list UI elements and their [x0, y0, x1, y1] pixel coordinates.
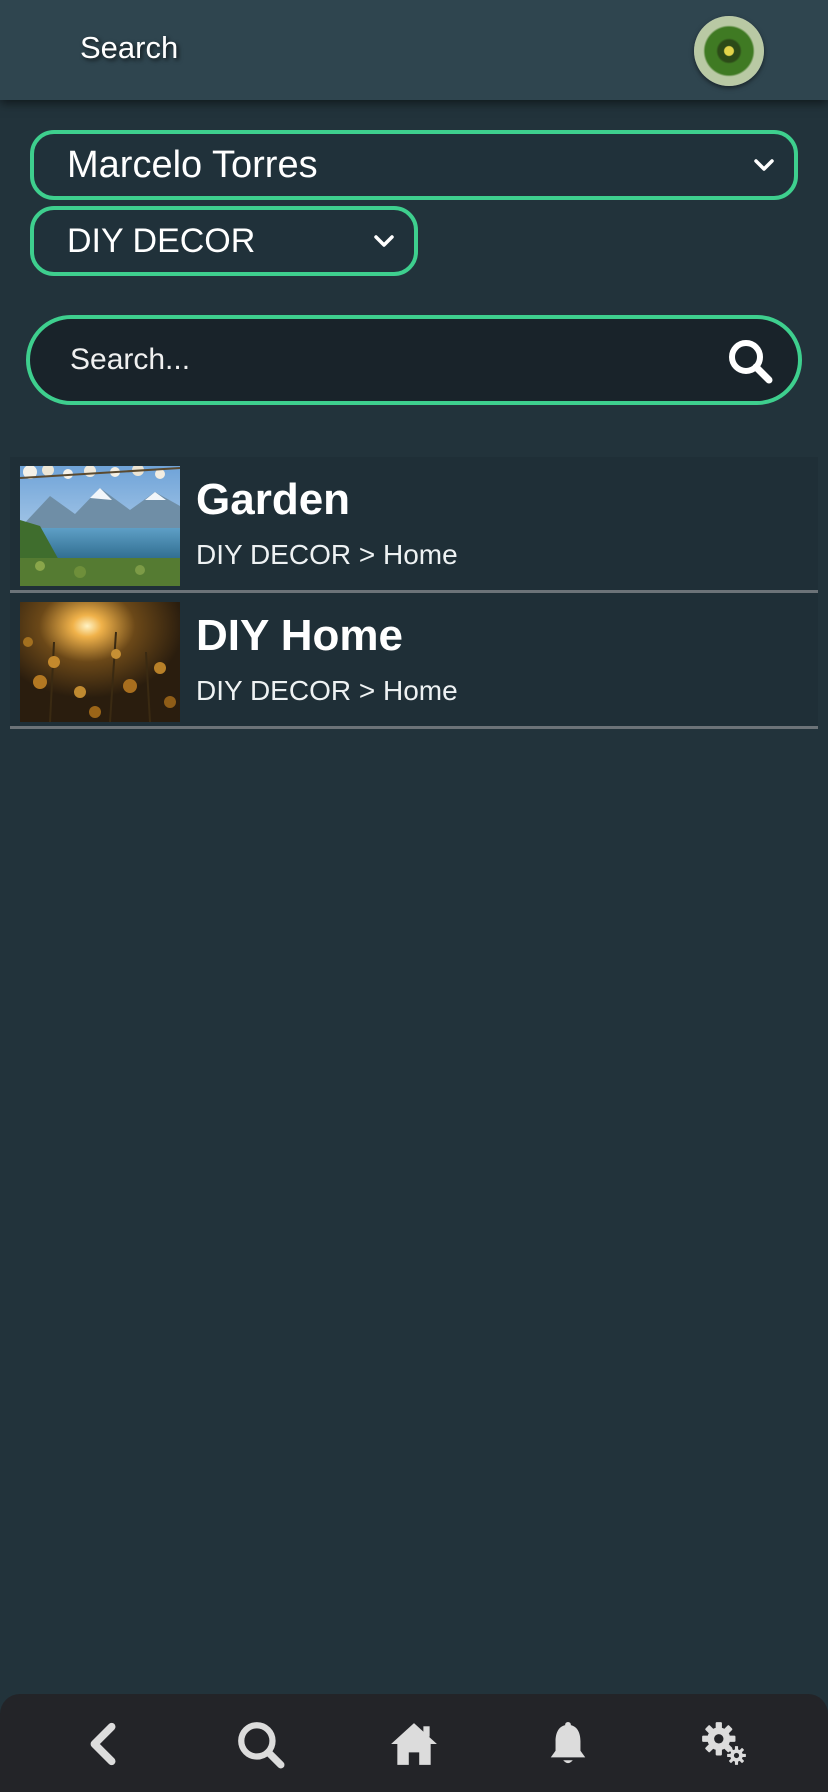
- result-path: DIY DECOR > Home: [196, 539, 458, 570]
- back-button[interactable]: [74, 1714, 134, 1774]
- search-input[interactable]: [70, 335, 690, 385]
- category-select-value: DIY DECOR: [67, 221, 256, 260]
- settings-gears-icon: [702, 1722, 746, 1765]
- search-icon: [238, 1722, 285, 1769]
- result-thumbnail: [20, 466, 180, 586]
- result-item-diy-home[interactable]: DIY Home DIY DECOR > Home: [10, 593, 818, 729]
- lake-mountain-photo: [20, 466, 180, 586]
- page-title: Search: [80, 30, 179, 65]
- category-select[interactable]: DIY DECOR: [30, 206, 418, 276]
- nav-search-button[interactable]: [230, 1714, 290, 1774]
- result-item-garden[interactable]: Garden DIY DECOR > Home: [10, 457, 818, 593]
- result-title: DIY Home: [196, 611, 404, 660]
- back-icon: [90, 1722, 116, 1766]
- search-icon: [729, 340, 773, 384]
- user-select-value: Marcelo Torres: [67, 143, 318, 186]
- home-button[interactable]: [384, 1714, 444, 1774]
- home-icon: [391, 1723, 437, 1765]
- sunflowers-sunset-photo: [20, 602, 180, 722]
- app-header: Search: [0, 0, 828, 100]
- bell-icon: [550, 1721, 586, 1764]
- settings-button[interactable]: [694, 1714, 754, 1774]
- chevron-down-icon: [754, 159, 774, 171]
- bottom-nav: [0, 1694, 828, 1792]
- avatar[interactable]: [694, 16, 764, 86]
- search-bar: [26, 315, 802, 405]
- notifications-button[interactable]: [538, 1714, 598, 1774]
- result-thumbnail: [20, 602, 180, 722]
- search-button[interactable]: [726, 337, 774, 385]
- result-path: DIY DECOR > Home: [196, 675, 458, 706]
- chevron-down-icon: [374, 235, 394, 247]
- user-select[interactable]: Marcelo Torres: [30, 130, 798, 200]
- result-title: Garden: [196, 475, 351, 524]
